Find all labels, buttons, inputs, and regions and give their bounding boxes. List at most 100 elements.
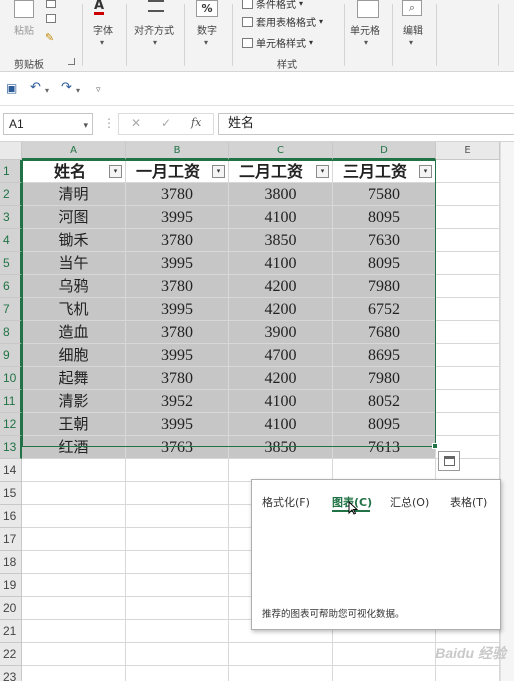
chevron-down-icon[interactable]: ▾ <box>100 38 104 47</box>
table-cell[interactable]: 4200 <box>229 275 333 298</box>
cell-empty[interactable] <box>22 551 126 574</box>
cells-group[interactable]: 单元格 ▾ <box>346 0 392 72</box>
table-cell[interactable]: 锄禾 <box>22 229 126 252</box>
table-cell[interactable]: 清影 <box>22 390 126 413</box>
cell-empty[interactable] <box>333 643 436 666</box>
table-cell[interactable]: 4100 <box>229 252 333 275</box>
table-cell[interactable]: 8695 <box>333 344 436 367</box>
conditional-format-button[interactable]: 条件格式 ▾ <box>242 0 303 11</box>
table-cell[interactable]: 3850 <box>229 229 333 252</box>
cell-empty[interactable] <box>436 666 500 681</box>
table-cell[interactable]: 4700 <box>229 344 333 367</box>
font-color-icon[interactable]: A <box>94 0 105 15</box>
row-header-3[interactable]: 3 <box>0 206 22 229</box>
table-cell[interactable]: 3995 <box>126 344 229 367</box>
table-cell[interactable]: 8052 <box>333 390 436 413</box>
chevron-down-icon[interactable]: ▾ <box>409 38 413 47</box>
cell-empty[interactable] <box>436 390 500 413</box>
row-header-9[interactable]: 9 <box>0 344 22 367</box>
search-icon[interactable]: ⌕ <box>402 0 422 16</box>
table-cell[interactable]: 7580 <box>333 183 436 206</box>
quick-analysis-tab[interactable]: 表格(T) <box>450 494 487 510</box>
number-label[interactable]: 数字 <box>197 22 217 37</box>
table-cell[interactable]: 3995 <box>126 252 229 275</box>
cell-empty[interactable] <box>22 643 126 666</box>
chevron-down-icon[interactable]: ▾ <box>83 115 88 135</box>
row-header-10[interactable]: 10 <box>0 367 22 390</box>
table-cell[interactable]: 3952 <box>126 390 229 413</box>
row-header-20[interactable]: 20 <box>0 597 22 620</box>
cell-styles-button[interactable]: 单元格样式 ▾ <box>242 35 313 50</box>
table-cell[interactable]: 造血 <box>22 321 126 344</box>
table-cell[interactable]: 河图 <box>22 206 126 229</box>
chevron-down-icon[interactable]: ▾ <box>153 38 157 47</box>
percent-icon[interactable]: % <box>196 0 218 17</box>
cell-empty[interactable] <box>126 597 229 620</box>
font-group[interactable]: A 字体 ▾ <box>84 0 126 72</box>
row-header-13[interactable]: 13 <box>0 436 22 459</box>
column-header-a[interactable]: A <box>22 142 126 160</box>
vertical-scrollbar[interactable] <box>500 142 514 681</box>
cell-empty[interactable] <box>333 666 436 681</box>
cell-empty[interactable] <box>126 620 229 643</box>
cell-empty[interactable] <box>22 505 126 528</box>
cell-empty[interactable] <box>436 275 500 298</box>
font-label[interactable]: 字体 <box>93 22 113 37</box>
chevron-down-icon[interactable]: ▾ <box>364 38 368 47</box>
name-box[interactable]: A1 ▾ <box>3 113 93 135</box>
table-cell[interactable]: 3995 <box>126 298 229 321</box>
clipboard-launcher-icon[interactable] <box>68 58 75 65</box>
editing-group[interactable]: ⌕ 编辑 ▾ <box>394 0 434 72</box>
column-header-e[interactable]: E <box>436 142 500 160</box>
paste-label[interactable]: 粘贴 <box>14 22 34 37</box>
table-cell[interactable]: 7630 <box>333 229 436 252</box>
cell-empty[interactable] <box>22 620 126 643</box>
row-header-8[interactable]: 8 <box>0 321 22 344</box>
table-cell[interactable]: 3995 <box>126 413 229 436</box>
cell-empty[interactable] <box>436 206 500 229</box>
table-cell[interactable]: 8095 <box>333 206 436 229</box>
cell-empty[interactable] <box>436 183 500 206</box>
cell-empty[interactable] <box>22 574 126 597</box>
table-cell[interactable]: 8095 <box>333 413 436 436</box>
cell-empty[interactable] <box>436 229 500 252</box>
save-icon[interactable]: ▣ <box>6 81 17 95</box>
filter-dropdown-icon[interactable]: ▾ <box>316 165 329 178</box>
chevron-down-icon[interactable]: ▾ <box>45 84 49 98</box>
table-header-cell[interactable]: 三月工资 ▾ <box>333 160 436 183</box>
cell-empty[interactable] <box>436 413 500 436</box>
table-cell[interactable]: 4100 <box>229 390 333 413</box>
table-cell[interactable]: 3780 <box>126 367 229 390</box>
table-cell[interactable]: 当午 <box>22 252 126 275</box>
row-header-1[interactable]: 1 <box>0 160 22 183</box>
row-header-2[interactable]: 2 <box>0 183 22 206</box>
cell-empty[interactable] <box>126 459 229 482</box>
row-header-18[interactable]: 18 <box>0 551 22 574</box>
format-as-table-button[interactable]: 套用表格格式 ▾ <box>242 14 323 29</box>
table-cell[interactable]: 清明 <box>22 183 126 206</box>
table-cell[interactable]: 3780 <box>126 321 229 344</box>
cell-empty[interactable] <box>126 505 229 528</box>
table-cell[interactable]: 4200 <box>229 298 333 321</box>
cell-empty[interactable] <box>436 367 500 390</box>
cut-icon[interactable] <box>46 0 56 8</box>
copy-icon[interactable] <box>46 14 56 23</box>
row-header-7[interactable]: 7 <box>0 298 22 321</box>
row-header-21[interactable]: 21 <box>0 620 22 643</box>
filter-dropdown-icon[interactable]: ▾ <box>419 165 432 178</box>
table-cell[interactable]: 3800 <box>229 183 333 206</box>
cell-empty[interactable] <box>436 160 500 183</box>
table-header-cell[interactable]: 一月工资 ▾ <box>126 160 229 183</box>
fill-handle[interactable] <box>432 443 438 449</box>
cells-label[interactable]: 单元格 <box>350 22 380 37</box>
alignment-group[interactable]: 对齐方式 ▾ <box>128 0 184 72</box>
quick-analysis-tab[interactable]: 格式化(F) <box>262 494 310 510</box>
table-cell[interactable]: 7980 <box>333 367 436 390</box>
row-header-17[interactable]: 17 <box>0 528 22 551</box>
formula-input[interactable]: 姓名 <box>218 113 514 135</box>
cell-empty[interactable] <box>229 643 333 666</box>
chevron-down-icon[interactable]: ▾ <box>204 38 208 47</box>
cell-empty[interactable] <box>126 574 229 597</box>
table-cell[interactable]: 细胞 <box>22 344 126 367</box>
cell-empty[interactable] <box>22 666 126 681</box>
